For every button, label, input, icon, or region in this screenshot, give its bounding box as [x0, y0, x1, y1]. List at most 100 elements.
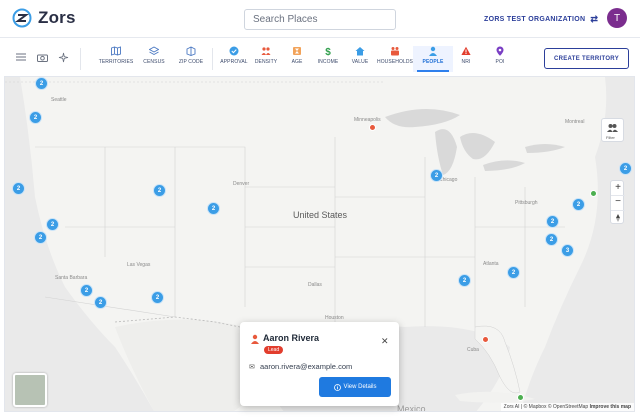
people-group-icon	[261, 47, 271, 55]
lead-dot[interactable]	[369, 124, 376, 131]
improve-map-link[interactable]: Improve this map	[590, 404, 631, 410]
tab-label: POI	[495, 59, 505, 65]
lead-dot[interactable]	[482, 336, 489, 343]
zors-logo-icon	[12, 8, 32, 28]
filter-button[interactable]: Filter	[601, 118, 624, 142]
tab-label: INCOME	[317, 59, 339, 65]
tab-label: TERRITORIES	[98, 59, 134, 65]
map-label-minneapolis: Minneapolis	[354, 117, 381, 123]
toolbar-divider	[212, 48, 213, 70]
logo[interactable]: Zors	[12, 8, 76, 28]
filter-label: Filter	[606, 135, 615, 140]
map-country-label: United States	[293, 210, 348, 220]
map-label-dallas: Dallas	[308, 282, 322, 288]
person-icon	[429, 46, 437, 56]
person-popup: Aaron Rivera Lead ✕ ✉ aaron.rivera@examp…	[240, 322, 399, 406]
tab-zip-code[interactable]: ZIP CODE	[171, 46, 211, 72]
view-details-label: View Details	[343, 384, 377, 390]
tab-label: HOUSEHOLDS	[376, 59, 413, 65]
map-icon	[111, 46, 121, 56]
tab-label: APPROVAL	[220, 59, 248, 65]
cluster-marker[interactable]: 2	[34, 231, 47, 244]
map-label-seattle: Seattle	[51, 97, 67, 103]
map-label-houston: Houston	[325, 315, 344, 321]
cluster-marker[interactable]: 2	[29, 111, 42, 124]
org-switcher[interactable]: ZORS TEST ORGANIZATION ⇄	[484, 14, 598, 25]
cluster-marker[interactable]: 2	[46, 218, 59, 231]
tab-label: NRI	[461, 59, 471, 65]
map-label-montreal: Montreal	[565, 119, 585, 125]
cluster-marker[interactable]: 2	[546, 215, 559, 228]
cluster-marker[interactable]: 2	[151, 291, 164, 304]
hourglass-icon	[293, 47, 301, 55]
tab-poi[interactable]: POI	[480, 46, 520, 72]
app-root: Zors Search Places ZORS TEST ORGANIZATIO…	[0, 0, 640, 419]
mail-icon: ✉	[249, 364, 255, 371]
view-details-button[interactable]: View Details	[319, 377, 391, 397]
map-attribution: Zors AI | © Mapbox © OpenStreetMap Impro…	[500, 403, 634, 411]
tab-label: CENSUS	[143, 59, 165, 65]
cluster-marker[interactable]: 2	[35, 77, 48, 90]
logo-text: Zors	[38, 8, 76, 27]
cluster-marker[interactable]: 2	[12, 182, 25, 195]
cluster-marker[interactable]: 2	[80, 284, 93, 297]
search-places-input[interactable]: Search Places	[244, 9, 396, 30]
info-icon	[333, 383, 341, 391]
status-badge: Lead	[264, 346, 284, 354]
attribution-zors[interactable]: Zors AI	[504, 404, 520, 410]
person-name: Aaron Rivera	[263, 333, 320, 343]
cluster-marker[interactable]: 3	[561, 244, 574, 257]
tab-territories[interactable]: TERRITORIES	[96, 46, 136, 72]
map-style-switcher[interactable]	[13, 373, 47, 407]
map-label-cuba: Cuba	[467, 347, 479, 353]
tab-label: DENSITY	[254, 59, 278, 65]
tab-label: VALUE	[351, 59, 369, 65]
family-icon	[391, 47, 399, 56]
zip-icon	[186, 46, 196, 56]
check-circle-icon	[229, 46, 239, 56]
user-avatar[interactable]: T	[607, 8, 627, 28]
tab-value[interactable]: VALUE	[340, 46, 380, 72]
cluster-marker[interactable]: 2	[507, 266, 520, 279]
customer-dot[interactable]	[590, 190, 597, 197]
map-label-denver: Denver	[233, 181, 250, 187]
cluster-marker[interactable]: 2	[458, 274, 471, 287]
swap-arrows-icon: ⇄	[590, 14, 599, 24]
person-email: aaron.rivera@example.com	[260, 362, 353, 371]
svg-text:$: $	[325, 47, 331, 56]
org-name: ZORS TEST ORGANIZATION	[484, 16, 586, 23]
create-territory-button[interactable]: CREATE TERRITORY	[544, 48, 629, 69]
cluster-marker[interactable]: 2	[153, 184, 166, 197]
map-label-las-vegas: Las Vegas	[127, 262, 151, 268]
close-icon[interactable]: ✕	[381, 336, 389, 347]
cluster-marker[interactable]: 2	[207, 202, 220, 215]
map-label-pittsburgh: Pittsburgh	[515, 200, 538, 206]
tab-label: AGE	[291, 59, 303, 65]
zoom-controls: + −	[610, 180, 625, 224]
people-filter-icon	[607, 124, 618, 132]
tab-label: PEOPLE	[422, 59, 444, 65]
zoom-out-icon[interactable]: −	[611, 195, 625, 209]
pin-icon	[496, 46, 504, 56]
map-label-mexico: Mexico	[397, 404, 426, 412]
attribution-mapbox[interactable]: © Mapbox © OpenStreetMap	[524, 404, 589, 410]
cluster-marker[interactable]: 2	[572, 198, 585, 211]
top-header: Zors Search Places ZORS TEST ORGANIZATIO…	[0, 0, 640, 38]
house-icon	[355, 47, 365, 56]
tab-households[interactable]: HOUSEHOLDS	[375, 46, 415, 72]
warning-icon	[461, 46, 471, 55]
layers-icon	[149, 46, 159, 56]
zoom-in-icon[interactable]: +	[611, 181, 625, 195]
tab-label: ZIP CODE	[178, 59, 204, 65]
person-icon	[251, 334, 259, 344]
map-label-santa-barbara: Santa Barbara	[55, 275, 88, 281]
cluster-marker[interactable]: 2	[94, 296, 107, 309]
cluster-marker[interactable]: 2	[619, 162, 632, 175]
compass-icon[interactable]	[611, 210, 625, 224]
dollar-icon: $	[325, 47, 331, 56]
tab-census[interactable]: CENSUS	[134, 46, 174, 72]
map-label-atlanta: Atlanta	[483, 261, 499, 267]
cluster-marker[interactable]: 2	[430, 169, 443, 182]
cluster-marker[interactable]: 2	[545, 233, 558, 246]
customer-dot[interactable]	[517, 394, 524, 401]
